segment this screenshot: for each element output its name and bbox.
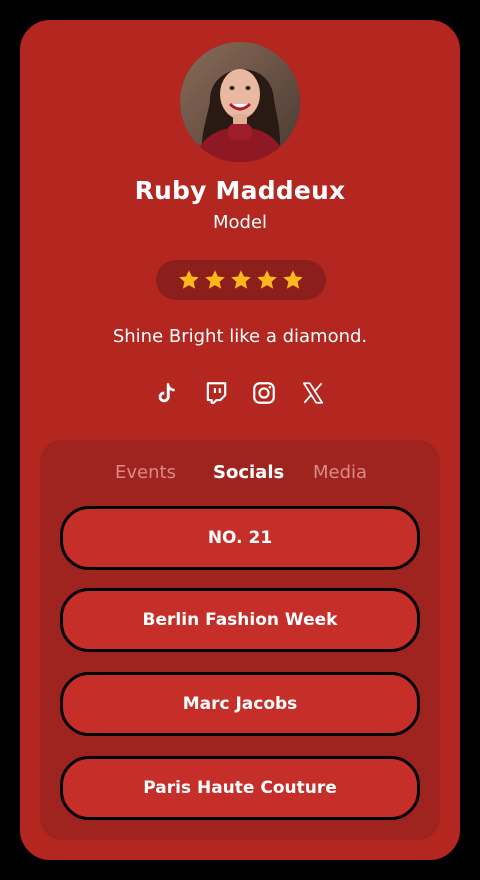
link-button-paris-haute-couture[interactable]: Paris Haute Couture [60,756,420,820]
avatar [180,42,300,162]
star-icon [283,270,303,289]
x-icon[interactable] [300,380,326,406]
tab-events[interactable]: Events [115,462,176,483]
profile-screen: Ruby Maddeux Model Shine Bright like a d… [20,20,460,860]
profile-role: Model [212,212,268,233]
profile-tagline: Shine Bright like a diamond. [112,326,368,347]
avatar-image [180,42,300,162]
phone-frame: Ruby Maddeux Model Shine Bright like a d… [0,0,480,880]
rating-badge [156,260,326,300]
tab-media[interactable]: Media [313,462,367,483]
instagram-icon[interactable] [251,380,277,406]
link-button-marc-jacobs[interactable]: Marc Jacobs [60,672,420,736]
tiktok-icon[interactable] [154,380,180,406]
star-icon [257,270,277,289]
star-icon [179,270,199,289]
social-links [154,378,326,408]
profile-name: Ruby Maddeux [134,176,346,205]
content-panel: Events Socials Media NO. 21 Berlin Fashi… [40,440,440,840]
tab-bar: Events Socials Media [40,462,440,490]
link-button-berlin-fashion-week[interactable]: Berlin Fashion Week [60,588,420,652]
link-button-no-21[interactable]: NO. 21 [60,506,420,570]
twitch-icon[interactable] [203,380,229,406]
star-icon [231,270,251,289]
star-icon [205,270,225,289]
tab-socials[interactable]: Socials [213,462,284,483]
